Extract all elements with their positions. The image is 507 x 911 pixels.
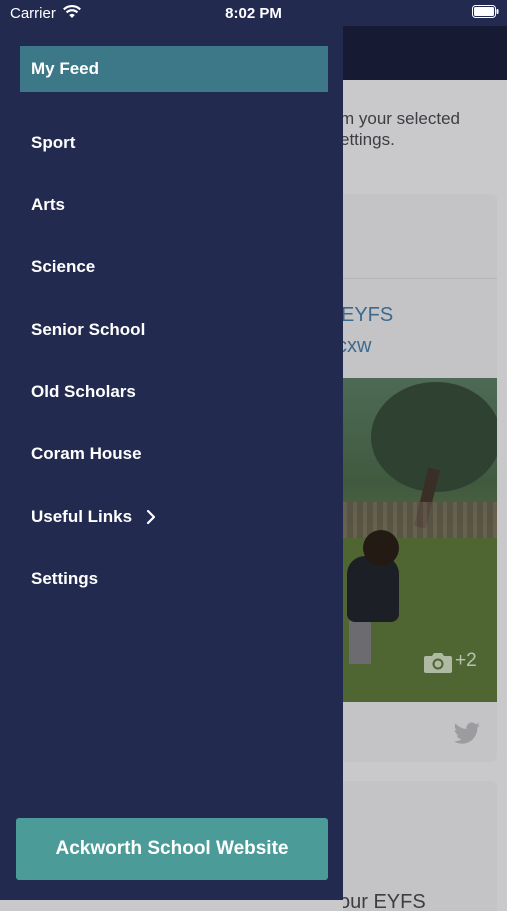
menu-item-my-feed[interactable]: My Feed bbox=[20, 46, 328, 92]
card2-text: our EYFS bbox=[343, 891, 426, 911]
menu-item-senior-school[interactable]: Senior School bbox=[0, 305, 343, 355]
menu-item-label: Useful Links bbox=[31, 507, 133, 526]
menu-item-label: My Feed bbox=[31, 59, 100, 78]
status-time: 8:02 PM bbox=[225, 5, 282, 22]
camera-icon bbox=[423, 650, 453, 679]
menu-item-arts[interactable]: Arts bbox=[0, 180, 343, 230]
status-bar: Carrier 8:02 PM bbox=[0, 0, 507, 26]
photo-child-legs bbox=[349, 618, 371, 664]
menu-item-label: Old Scholars bbox=[31, 382, 136, 401]
menu-item-label: Science bbox=[31, 257, 96, 276]
intro-line-2: ettings. bbox=[343, 130, 395, 149]
twitter-icon bbox=[453, 722, 481, 751]
menu-item-sport[interactable]: Sport bbox=[0, 118, 343, 168]
feed-card-2[interactable]: our EYFS bbox=[343, 781, 497, 911]
intro-line-1: m your selected bbox=[343, 109, 460, 128]
feed-intro-text: m your selected ettings. bbox=[343, 108, 507, 156]
feed-card[interactable]: EYFS cxw +2 bbox=[343, 194, 497, 762]
menu-item-label: Settings bbox=[31, 569, 99, 588]
photo-count: +2 bbox=[455, 650, 477, 671]
menu-item-old-scholars[interactable]: Old Scholars bbox=[0, 367, 343, 417]
school-website-button[interactable]: Ackworth School Website bbox=[16, 818, 328, 880]
menu-item-label: Senior School bbox=[31, 320, 146, 339]
menu-item-label: Sport bbox=[31, 133, 76, 152]
photo-child-body bbox=[347, 556, 399, 622]
menu-item-settings[interactable]: Settings bbox=[0, 554, 343, 604]
menu-item-coram-house[interactable]: Coram House bbox=[0, 429, 343, 479]
menu-item-science[interactable]: Science bbox=[0, 242, 343, 292]
menu-item-label: Coram House bbox=[31, 444, 142, 463]
photo-child-head bbox=[363, 530, 399, 566]
card-link-line-2[interactable]: cxw bbox=[343, 335, 371, 358]
card-link-line-1[interactable]: EYFS bbox=[343, 304, 393, 327]
chevron-right-icon bbox=[146, 509, 156, 525]
card-divider bbox=[343, 278, 497, 279]
battery-icon bbox=[472, 5, 499, 18]
menu-item-label: Arts bbox=[31, 195, 66, 214]
navigation-drawer: My Feed Sport Arts Science Senior School… bbox=[0, 26, 343, 900]
menu-item-useful-links[interactable]: Useful Links bbox=[0, 492, 343, 542]
card-photo[interactable]: +2 bbox=[343, 378, 497, 702]
